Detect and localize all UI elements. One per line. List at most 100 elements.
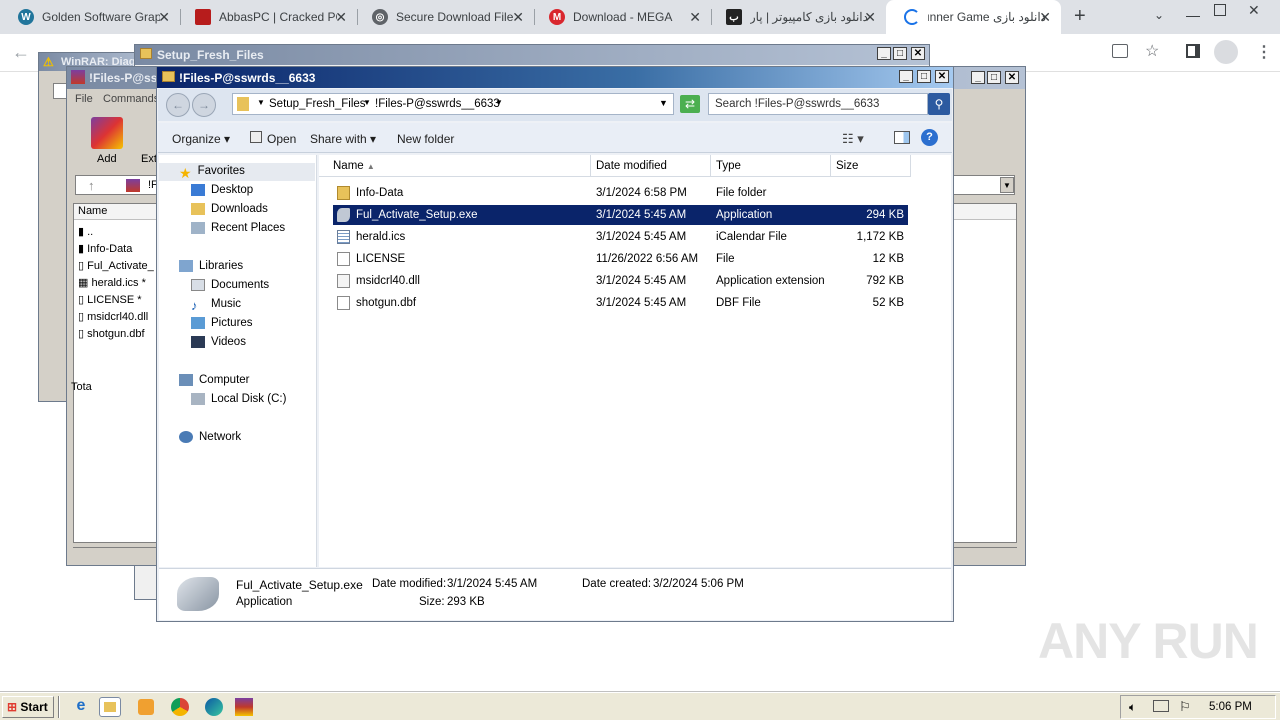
close-button[interactable]: ✕ [911,47,925,60]
breadcrumb[interactable]: ▼ Setup_Fresh_Files ▼ !Files-P@sswrds__6… [232,93,674,115]
minimize-icon[interactable] [1186,16,1200,17]
nav-local-disk[interactable]: Local Disk (C:) [191,393,286,405]
new-folder-button[interactable]: New folder [397,132,454,146]
search-icon[interactable]: ⚲ [928,93,950,115]
menu-commands[interactable]: Commands [103,93,159,105]
nav-favorites[interactable]: ★ Favorites [179,165,245,181]
up-arrow-icon[interactable]: ↑ [88,178,95,193]
tab-abbaspc[interactable]: AbbasPC | Cracked PC ✕ [177,0,357,34]
close-tab-icon[interactable]: ✕ [864,9,876,26]
nav-recent-places[interactable]: Recent Places [191,222,285,234]
maximize-button[interactable]: □ [917,70,931,83]
chevron-down-icon[interactable]: ▼ [363,98,371,107]
close-tab-icon[interactable]: ✕ [335,9,347,26]
flag-icon[interactable]: ⚐ [1179,699,1191,715]
nav-libraries[interactable]: Libraries [179,260,243,272]
table-row[interactable]: shotgun.dbf 3/1/2024 5:45 AM DBF File 52… [333,293,908,313]
nav-network[interactable]: Network [179,431,241,443]
close-tab-icon[interactable]: ✕ [158,9,170,26]
explorer-window: !Files-P@sswrds__6633 _ □ ✕ ← → ▼ Setup_… [156,66,954,622]
close-tab-icon[interactable]: ✕ [1039,9,1051,26]
side-panel-icon[interactable] [1186,44,1200,58]
profile-avatar-icon[interactable] [1214,40,1238,64]
address-dropdown-icon[interactable]: ▼ [659,98,668,108]
list-item[interactable]: ▮ .. [78,224,154,241]
help-icon[interactable]: ? [921,129,938,146]
extract-button-label[interactable]: Ext [141,153,157,165]
table-row-selected[interactable]: Ful_Activate_Setup.exe 3/1/2024 5:45 AM … [333,205,908,225]
close-button[interactable]: ✕ [935,70,949,83]
network-tray-icon[interactable] [1153,700,1169,712]
folder-icon [140,48,152,59]
breadcrumb-item[interactable]: Setup_Fresh_Files [269,98,366,110]
ie-icon[interactable]: e [70,697,92,717]
list-item[interactable]: ▯ LICENSE * [78,292,154,309]
tab-runner-game[interactable]: دانلود بازی Runner Game ✕ [886,0,1061,34]
maximize-button[interactable]: □ [987,71,1001,84]
menu-file[interactable]: File [75,93,93,105]
search-input[interactable]: Search !Files-P@sswrds__6633 [708,93,928,115]
close-browser-icon[interactable]: ✕ [1248,2,1260,19]
table-row[interactable]: Info-Data 3/1/2024 6:58 PM File folder [333,183,908,203]
organize-button[interactable]: Organize ▾ [172,132,230,146]
view-options-icon[interactable]: ☷ ▾ [842,131,864,147]
chrome-icon[interactable] [170,697,192,717]
table-row[interactable]: herald.ics 3/1/2024 5:45 AM iCalendar Fi… [333,227,908,247]
explorer-taskbar-icon[interactable] [99,697,121,717]
close-button[interactable]: ✕ [1005,71,1019,84]
open-button[interactable]: Open [267,132,296,146]
back-arrow-icon[interactable]: ← [166,93,190,117]
start-button[interactable]: ⊞ Start [2,696,54,718]
tab-golden-software[interactable]: W Golden Software Graph ✕ [0,0,180,34]
refresh-icon[interactable]: ⇄ [680,95,700,113]
nav-downloads[interactable]: Downloads [191,203,268,215]
close-tab-icon[interactable]: ✕ [689,9,701,26]
add-archive-icon[interactable] [91,117,123,149]
winrar-taskbar-icon[interactable] [234,697,256,717]
back-arrow-icon[interactable]: ← [12,42,30,63]
restore-icon[interactable] [1214,4,1226,16]
media-player-icon[interactable] [136,697,158,717]
close-tab-icon[interactable]: ✕ [512,9,524,26]
new-tab-button[interactable]: + [1074,5,1086,28]
column-date[interactable]: Date modified [591,155,711,177]
forward-arrow-icon[interactable]: → [192,93,216,117]
table-row[interactable]: LICENSE 11/26/2022 6:56 AM File 12 KB [333,249,908,269]
tab-mega[interactable]: M Download - MEGA ✕ [531,0,711,34]
column-size[interactable]: Size [831,155,911,177]
column-name[interactable]: Name ▲ [319,155,591,177]
minimize-button[interactable]: _ [899,70,913,83]
volume-icon[interactable]: 🔈︎ [1129,700,1136,715]
tab-search-icon[interactable]: ⌄ [1154,8,1164,22]
chevron-down-icon[interactable]: ▼ [495,98,503,107]
bookmark-star-icon[interactable]: ☆ [1145,41,1159,61]
minimize-button[interactable]: _ [877,47,891,60]
share-icon[interactable] [1112,44,1128,58]
share-with-button[interactable]: Share with ▾ [310,132,376,146]
path-dropdown-icon[interactable]: ▼ [1000,177,1014,193]
maximize-button[interactable]: □ [893,47,907,60]
edge-icon[interactable] [204,697,226,717]
column-type[interactable]: Type [711,155,831,177]
nav-music[interactable]: ♪ Music [191,298,241,313]
preview-pane-icon[interactable] [894,131,910,144]
breadcrumb-item[interactable]: !Files-P@sswrds__6633 [375,98,500,110]
list-item[interactable]: ▯ msidcrl40.dll [78,309,154,326]
list-item[interactable]: ▮ Info-Data [78,241,154,258]
nav-videos[interactable]: Videos [191,336,246,348]
nav-computer[interactable]: Computer [179,374,250,386]
list-item[interactable]: ▯ Ful_Activate_ [78,258,154,275]
minimize-button[interactable]: _ [971,71,985,84]
menu-dots-icon[interactable]: ⋮ [1256,42,1272,62]
add-button-label[interactable]: Add [97,153,117,165]
tab-secure-download[interactable]: ◎ Secure Download File ✕ [354,0,534,34]
nav-desktop[interactable]: Desktop [191,184,253,196]
chevron-down-icon[interactable]: ▼ [257,98,265,107]
nav-pictures[interactable]: Pictures [191,317,253,329]
tab-persian-games[interactable]: ب دانلود بازی کامپیوتر | پار ✕ [708,0,886,34]
list-item[interactable]: ▦ herald.ics * [78,275,154,292]
winrar-status: Tota [71,381,92,393]
list-item[interactable]: ▯ shotgun.dbf [78,326,154,343]
table-row[interactable]: msidcrl40.dll 3/1/2024 5:45 AM Applicati… [333,271,908,291]
nav-documents[interactable]: Documents [191,279,269,291]
